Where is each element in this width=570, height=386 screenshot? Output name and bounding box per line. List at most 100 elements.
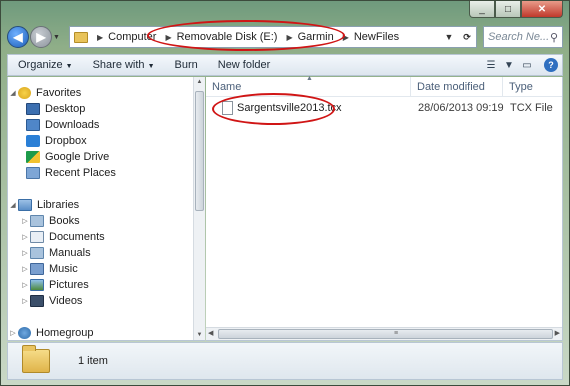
back-button[interactable]: ◀ xyxy=(7,26,29,48)
details-pane: 1 item xyxy=(7,342,563,380)
desktop-icon xyxy=(26,103,40,115)
horizontal-scrollbar[interactable]: ◀ ≡ ▶ xyxy=(206,327,562,340)
expander-icon[interactable]: ◢ xyxy=(8,201,18,209)
expander-icon[interactable]: ▷ xyxy=(20,281,30,289)
tree-label: Manuals xyxy=(49,247,91,259)
breadcrumb-newfiles[interactable]: NewFiles xyxy=(354,31,399,43)
view-options-icon[interactable]: ☰ xyxy=(482,60,500,71)
maximize-button[interactable]: □ xyxy=(495,1,521,18)
close-button[interactable]: ✕ xyxy=(521,1,563,18)
tree-item-manuals[interactable]: ▷ Manuals xyxy=(20,245,91,261)
tree-item-videos[interactable]: ▷ Videos xyxy=(20,293,82,309)
chevron-right-icon: ▶ xyxy=(97,32,104,42)
expander-icon[interactable]: ◢ xyxy=(8,89,18,97)
tree-item-libraries[interactable]: ◢ Libraries xyxy=(8,197,79,213)
tree-item-downloads[interactable]: Downloads xyxy=(26,117,99,133)
address-bar[interactable]: ▶ Computer ▶ Removable Disk (E:) ▶ Garmi… xyxy=(69,26,477,48)
refresh-icon[interactable]: ⟳ xyxy=(458,32,476,43)
tree-label: Recent Places xyxy=(45,167,116,179)
tree-item-books[interactable]: ▷ Books xyxy=(20,213,80,229)
search-input[interactable]: Search Ne... ⚲ xyxy=(483,26,563,48)
breadcrumb-removable-disk[interactable]: Removable Disk (E:) xyxy=(177,31,278,43)
tree-label: Libraries xyxy=(37,199,80,211)
tree-item-pictures[interactable]: ▷ Pictures xyxy=(20,277,89,293)
item-count: 1 item xyxy=(78,355,108,367)
address-history-dropdown[interactable]: ▼ xyxy=(440,32,458,42)
explorer-window: _ □ ✕ ◀ ▶ ▼ ▶ Computer ▶ Removable Disk … xyxy=(0,0,570,386)
tree-label: Music xyxy=(49,263,78,275)
documents-icon xyxy=(30,231,44,243)
column-header-row: ▲ Name Date modified Type xyxy=(206,75,563,97)
search-placeholder: Search Ne... xyxy=(488,31,550,43)
tree-label: Favorites xyxy=(36,87,82,99)
tree-label: Documents xyxy=(49,231,105,243)
scroll-left-icon[interactable]: ◀ xyxy=(208,329,213,337)
tree-item-documents[interactable]: ▷ Documents xyxy=(20,229,105,245)
tree-item-desktop[interactable]: Desktop xyxy=(26,101,85,117)
chevron-right-icon: ▶ xyxy=(342,32,349,42)
breadcrumb-computer[interactable]: Computer xyxy=(108,31,156,43)
scroll-up-icon[interactable]: ▲ xyxy=(194,79,205,85)
navigation-pane: ◢ Favorites Desktop Downloads Dropbox Go… xyxy=(7,77,205,341)
downloads-icon xyxy=(26,119,40,131)
file-type: TCX File xyxy=(510,102,553,114)
tree-item-music[interactable]: ▷ Music xyxy=(20,261,78,277)
pictures-icon xyxy=(30,279,44,291)
window-caption-buttons: _ □ ✕ xyxy=(469,1,563,19)
preview-pane-icon[interactable]: ▭ xyxy=(518,60,536,71)
organize-label: Organize xyxy=(18,59,63,71)
forward-button[interactable]: ▶ xyxy=(30,26,52,48)
recent-places-icon xyxy=(26,167,40,179)
tree-label: Downloads xyxy=(45,119,100,131)
tree-label: Google Drive xyxy=(45,151,110,163)
tree-label: Dropbox xyxy=(45,135,87,147)
expander-icon[interactable]: ▷ xyxy=(20,233,30,241)
expander-icon[interactable]: ▷ xyxy=(20,249,30,257)
search-icon[interactable]: ⚲ xyxy=(550,31,558,44)
column-header-date-modified[interactable]: Date modified xyxy=(411,77,503,97)
chevron-right-icon: ▶ xyxy=(286,32,293,42)
burn-button[interactable]: Burn xyxy=(165,59,208,71)
tree-item-homegroup[interactable]: ▷ Homegroup xyxy=(8,325,93,340)
share-with-label: Share with xyxy=(92,59,145,71)
chevron-down-icon[interactable]: ▼ xyxy=(500,60,518,71)
homegroup-icon xyxy=(18,327,31,339)
tree-item-google-drive[interactable]: Google Drive xyxy=(26,149,109,165)
chevron-right-icon: ▶ xyxy=(165,32,172,42)
music-icon xyxy=(30,263,44,275)
file-row[interactable]: Sargentsville2013.tcx 28/06/2013 09:19 T… xyxy=(206,99,562,117)
column-header-name[interactable]: Name xyxy=(206,77,411,97)
expander-icon[interactable]: ▷ xyxy=(8,329,18,337)
tree-label: Pictures xyxy=(49,279,89,291)
minimize-button[interactable]: _ xyxy=(469,1,495,18)
share-with-button[interactable]: Share with ▼ xyxy=(83,59,165,71)
scrollbar-thumb[interactable] xyxy=(195,91,204,211)
file-name: Sargentsville2013.tcx xyxy=(237,102,342,114)
google-drive-icon xyxy=(26,151,40,163)
column-header-type[interactable]: Type xyxy=(503,77,563,97)
expander-icon[interactable]: ▷ xyxy=(20,297,30,305)
new-folder-button[interactable]: New folder xyxy=(208,59,281,71)
breadcrumb-garmin[interactable]: Garmin xyxy=(298,31,334,43)
scrollbar-thumb[interactable]: ≡ xyxy=(218,329,553,339)
expander-icon[interactable]: ▷ xyxy=(20,217,30,225)
tree-item-favorites[interactable]: ◢ Favorites xyxy=(8,85,81,101)
folder-icon xyxy=(22,345,50,373)
tree-label: Videos xyxy=(49,295,83,307)
recent-pages-dropdown[interactable]: ▼ xyxy=(53,34,63,41)
expander-icon[interactable]: ▷ xyxy=(20,265,30,273)
dropbox-icon xyxy=(26,135,40,147)
organize-button[interactable]: Organize ▼ xyxy=(8,59,83,71)
address-tail: ▼ ⟳ xyxy=(440,27,476,47)
scroll-down-icon[interactable]: ▼ xyxy=(194,332,205,338)
tree-item-recent-places[interactable]: Recent Places xyxy=(26,165,116,181)
tree-label: Books xyxy=(49,215,80,227)
nav-scrollbar[interactable]: ▲ ▼ xyxy=(193,77,205,340)
scroll-right-icon[interactable]: ▶ xyxy=(555,329,560,337)
library-icon xyxy=(30,247,44,259)
tree-item-dropbox[interactable]: Dropbox xyxy=(26,133,87,149)
chevron-down-icon: ▼ xyxy=(65,63,73,70)
chevron-down-icon: ▼ xyxy=(147,63,155,70)
help-icon[interactable]: ? xyxy=(544,58,558,72)
star-icon xyxy=(18,87,31,99)
